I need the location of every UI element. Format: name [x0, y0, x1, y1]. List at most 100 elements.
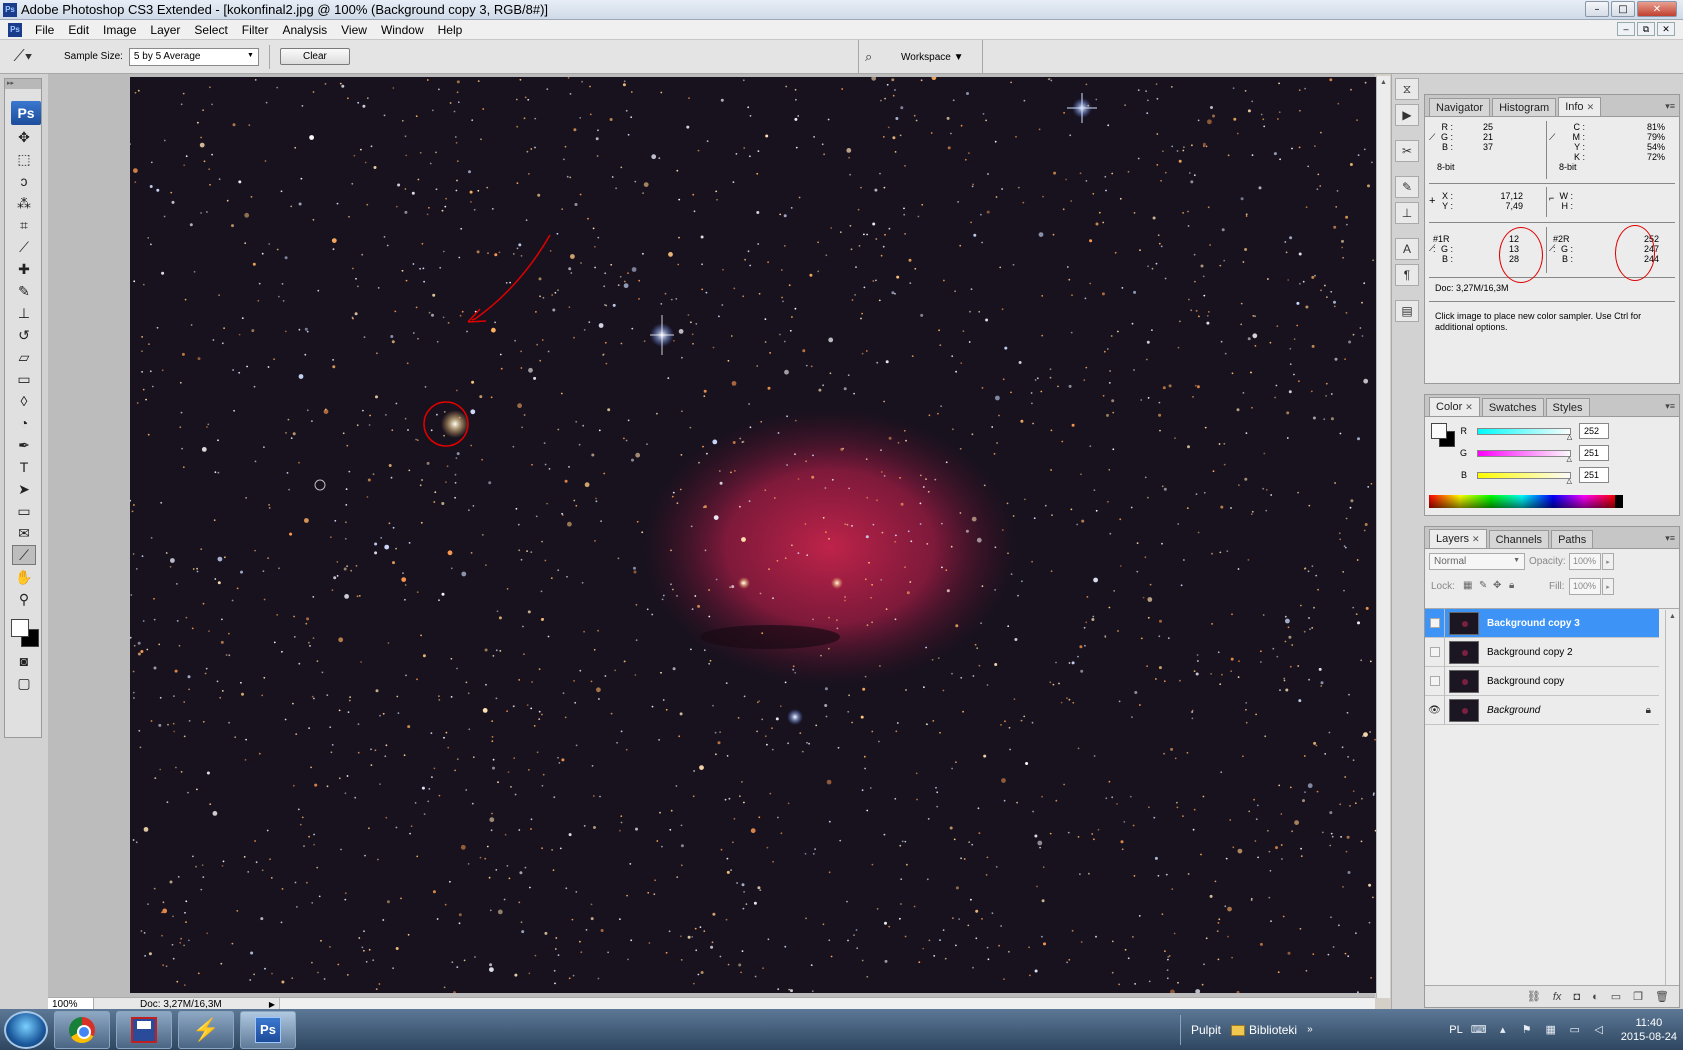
vertical-scrollbar[interactable]: ▲ — [1376, 76, 1390, 998]
lock-transparent-icon[interactable]: ▦ — [1463, 580, 1472, 591]
maximize-button[interactable]: □ — [1611, 1, 1635, 17]
menu-window[interactable]: Window — [374, 20, 431, 40]
fx-icon[interactable]: fx — [1553, 991, 1562, 1003]
layer-name[interactable]: Background copy 3 — [1487, 618, 1580, 629]
blur-tool-icon[interactable]: ◊ — [12, 391, 36, 411]
visibility-toggle[interactable] — [1425, 608, 1445, 638]
fill-arrow-icon[interactable]: ▸ — [1602, 578, 1614, 595]
fill-field[interactable]: 100% — [1569, 578, 1601, 595]
volume-icon[interactable]: ◁ — [1591, 1022, 1607, 1038]
tab-info[interactable]: Info ✕ — [1558, 97, 1602, 116]
close-tab-icon[interactable]: ✕ — [1472, 534, 1480, 544]
close-button[interactable]: ✕ — [1637, 1, 1677, 17]
tab-histogram[interactable]: Histogram — [1492, 98, 1557, 116]
foreground-color[interactable] — [11, 619, 29, 637]
layer-name[interactable]: Background copy 2 — [1487, 647, 1573, 658]
close-tab-icon[interactable]: ✕ — [1465, 402, 1473, 412]
color-sampler-tool-icon[interactable]: ⟋ — [12, 545, 36, 565]
type-tool-icon[interactable]: T — [12, 457, 36, 477]
magic-wand-tool-icon[interactable]: ⁂ — [12, 193, 36, 213]
actions-icon[interactable]: ▶ — [1395, 104, 1419, 126]
workspace-menu[interactable]: Workspace ▼ — [901, 52, 964, 63]
lock-all-icon[interactable]: 🔒︎ — [1509, 580, 1514, 591]
ps-logo[interactable]: Ps — [11, 101, 41, 125]
lasso-tool-icon[interactable]: ↄ — [12, 171, 36, 191]
eraser-tool-icon[interactable]: ▱ — [12, 347, 36, 367]
new-layer-icon[interactable]: ❐ — [1633, 990, 1643, 1003]
taskbar-chrome[interactable] — [54, 1010, 110, 1049]
slider-g-handle[interactable]: △ — [1567, 455, 1572, 463]
layer-thumbnail[interactable] — [1449, 611, 1479, 635]
desktop-toolbar[interactable]: Pulpit — [1191, 1023, 1221, 1037]
network-icon[interactable]: ▦ — [1543, 1022, 1559, 1038]
visibility-toggle[interactable] — [1425, 666, 1445, 696]
blend-mode-select[interactable]: Normal — [1429, 553, 1525, 570]
slider-b-track[interactable]: △ — [1477, 471, 1572, 485]
tab-swatches[interactable]: Swatches — [1481, 398, 1544, 416]
taskbar-save[interactable] — [116, 1010, 172, 1049]
hand-tool-icon[interactable]: ✋ — [12, 567, 36, 587]
menu-layer[interactable]: Layer — [143, 20, 187, 40]
sample-size-select[interactable]: 5 by 5 Average — [128, 47, 259, 66]
layer-row[interactable]: 👁︎ Background 🔒︎ — [1425, 695, 1659, 725]
taskbar-bolt[interactable]: ⚡ — [178, 1010, 234, 1049]
panel-menu-icon[interactable]: ▾≡ — [1665, 401, 1675, 412]
start-button[interactable] — [4, 1010, 48, 1049]
slider-r-value[interactable]: 252 — [1579, 423, 1609, 439]
brush-tool-icon[interactable]: ✎ — [12, 281, 36, 301]
tab-styles[interactable]: Styles — [1545, 398, 1590, 416]
menu-select[interactable]: Select — [187, 20, 234, 40]
clone-source-icon[interactable]: ⊥ — [1395, 202, 1419, 224]
foreground-color-swatch[interactable] — [1431, 423, 1447, 439]
layer-thumbnail[interactable] — [1449, 669, 1479, 693]
dodge-tool-icon[interactable]: ◔ — [12, 413, 36, 433]
language-indicator[interactable]: PL — [1449, 1024, 1462, 1036]
layer-row[interactable]: Background copy 2 — [1425, 637, 1659, 667]
layer-row[interactable]: Background copy — [1425, 666, 1659, 696]
marquee-tool-icon[interactable]: ⬚ — [12, 149, 36, 169]
adjustment-layer-icon[interactable]: ◐ — [1592, 991, 1599, 1003]
lock-pixels-icon[interactable]: ✎ — [1479, 580, 1487, 591]
pen-tool-icon[interactable]: ✒ — [12, 435, 36, 455]
tool-presets-icon[interactable]: ✂ — [1395, 140, 1419, 162]
tab-navigator[interactable]: Navigator — [1429, 98, 1491, 116]
slider-r-track[interactable]: △ — [1477, 427, 1572, 441]
document-icon[interactable]: Ps — [8, 22, 22, 37]
layer-name[interactable]: Background copy — [1487, 676, 1564, 687]
tab-color[interactable]: Color ✕ — [1429, 397, 1480, 416]
new-group-icon[interactable]: ▭ — [1611, 990, 1621, 1003]
spectrum-black[interactable] — [1615, 495, 1623, 508]
path-selection-tool-icon[interactable]: ➤ — [12, 479, 36, 499]
tab-layers[interactable]: Layers ✕ — [1429, 529, 1487, 548]
tab-channels[interactable]: Channels — [1488, 530, 1550, 548]
slider-g-value[interactable]: 251 — [1579, 445, 1609, 461]
panel-menu-icon[interactable]: ▾≡ — [1665, 533, 1675, 544]
color-spectrum-bar[interactable] — [1429, 495, 1615, 508]
menu-view[interactable]: View — [334, 20, 374, 40]
toolbox-grip[interactable]: ▸▸ — [5, 79, 41, 89]
delete-layer-icon[interactable]: 🗑︎ — [1655, 990, 1669, 1003]
eyedropper-icon[interactable]: ⟋▾ — [6, 44, 40, 70]
slider-r-handle[interactable]: △ — [1567, 433, 1572, 441]
healing-brush-tool-icon[interactable]: ✚ — [12, 259, 36, 279]
bridge-icon[interactable]: ⌕ — [865, 49, 885, 65]
slider-b[interactable]: B △ 251 — [1433, 467, 1673, 485]
keyboard-icon[interactable]: ⌨ — [1471, 1022, 1487, 1038]
layer-thumbnail[interactable] — [1449, 640, 1479, 664]
gradient-tool-icon[interactable]: ▭ — [12, 369, 36, 389]
history-brush-tool-icon[interactable]: ↺ — [12, 325, 36, 345]
tray-up-icon[interactable]: ▴ — [1495, 1022, 1511, 1038]
layers-scrollbar[interactable]: ▲ — [1665, 610, 1679, 985]
status-menu-arrow[interactable]: ▶ — [265, 1000, 279, 1009]
menu-image[interactable]: Image — [96, 20, 143, 40]
clone-stamp-tool-icon[interactable]: ⊥ — [12, 303, 36, 323]
close-tab-icon[interactable]: ✕ — [1587, 102, 1595, 112]
notes-tool-icon[interactable]: ✉ — [12, 523, 36, 543]
slider-g[interactable]: G △ 251 — [1433, 445, 1673, 463]
slider-g-track[interactable]: △ — [1477, 449, 1572, 463]
layer-name[interactable]: Background — [1487, 705, 1540, 716]
scroll-up-arrow[interactable]: ▲ — [1377, 76, 1390, 90]
menu-filter[interactable]: Filter — [235, 20, 276, 40]
doc-close-button[interactable]: ✕ — [1657, 22, 1675, 36]
slider-b-handle[interactable]: △ — [1567, 477, 1572, 485]
